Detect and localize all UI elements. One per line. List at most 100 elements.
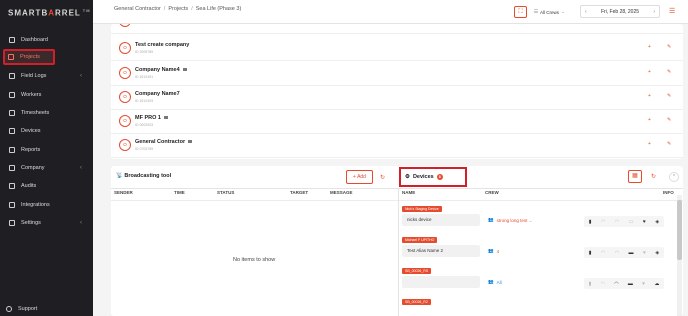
mute-icon: ◈ — [655, 218, 660, 225]
sidebar-item-timesheets[interactable]: Timesheets — [6, 105, 88, 121]
company-avatar: O — [119, 91, 131, 103]
company-avatar: O — [119, 115, 131, 127]
flag-icon — [188, 140, 193, 143]
dashboard-icon — [9, 37, 15, 43]
signal-icon: ▮ — [588, 249, 592, 256]
device-status: ▮ ◠ ◠ ▬ ♥ ☁ — [584, 278, 664, 289]
support-icon — [6, 306, 12, 312]
cloud-icon: ☁ — [654, 280, 660, 287]
menu-icon[interactable]: ☰ — [669, 7, 675, 15]
scrollbar-thumb[interactable] — [677, 200, 682, 260]
col-time: TIME — [174, 190, 185, 195]
sidebar-item-field-logs[interactable]: Field Logs ‹ — [6, 68, 88, 84]
list-item: O Company Name7 ID 1512493 + ✎ — [111, 85, 683, 110]
fullscreen-button[interactable]: ⛶ — [514, 6, 527, 18]
add-icon[interactable]: + — [648, 93, 651, 99]
sidebar-item-company[interactable]: Company ‹ — [6, 160, 88, 176]
sidebar-item-dashboard[interactable]: Dashboard — [6, 32, 88, 48]
company-avatar: O — [119, 42, 131, 54]
edit-icon[interactable]: ✎ — [667, 93, 671, 99]
sidebar-item-workers[interactable]: Workers — [6, 87, 88, 103]
broadcast-title: 📡 Broadcasting tool — [116, 173, 172, 179]
field-logs-icon — [9, 73, 15, 79]
breadcrumb-general-contractor[interactable]: General Contractor — [114, 6, 161, 12]
device-tag: SB_00026_R2 — [402, 299, 431, 305]
add-icon[interactable]: + — [648, 69, 651, 75]
heart-icon: ♥ — [642, 280, 646, 287]
broadcast-icon: 📡 — [116, 173, 123, 179]
device-tag: SB_00026_RS — [402, 268, 432, 274]
signal-icon: ▮ — [588, 280, 592, 287]
support-link[interactable]: Support — [6, 306, 37, 312]
heart-icon: ♥ — [642, 218, 646, 225]
battery-icon: ▭ — [628, 218, 634, 225]
breadcrumb-projects[interactable]: Projects — [168, 6, 188, 12]
sidebar-item-settings[interactable]: Settings ‹ — [6, 215, 88, 231]
wifi-icon: ◠ — [614, 280, 619, 287]
collapse-button[interactable]: ⌃ — [669, 172, 679, 182]
integrations-icon — [9, 202, 15, 208]
flag-icon — [163, 116, 168, 119]
chevron-left-icon: ‹ — [80, 165, 82, 171]
edit-icon[interactable]: ✎ — [667, 69, 671, 75]
device-crew: 👥 strong long test ... — [488, 217, 533, 223]
sidebar-item-integrations[interactable]: Integrations — [6, 197, 88, 213]
add-icon[interactable]: + — [648, 141, 651, 147]
edit-icon[interactable]: ✎ — [667, 44, 671, 50]
mute-icon: ◈ — [655, 249, 660, 256]
breadcrumb: General Contractor / Projects / Sea Life (Ph… — [114, 6, 242, 12]
chevron-down-icon: ⌄ — [561, 9, 565, 14]
signal-icon: ▮ — [588, 218, 592, 225]
grid-icon: ▦ — [632, 173, 638, 179]
bottom-panel: 📡 Broadcasting tool + Add ↻ ⚙ Devices 8 … — [111, 166, 683, 316]
device-name: Test Alias Name 2 — [402, 245, 480, 257]
company-avatar: O — [119, 24, 131, 27]
grid-view-button[interactable]: ▦ — [628, 170, 642, 183]
col-target: TARGET — [290, 190, 309, 195]
col-message: MESSAGE — [330, 190, 353, 195]
breadcrumb-project: Sea Life (Phase 3) — [195, 6, 242, 12]
add-icon[interactable]: + — [648, 117, 651, 123]
sidebar-item-audits[interactable]: Audits — [6, 178, 88, 194]
devices-count-badge: 8 — [436, 174, 443, 180]
crew-select[interactable]: ☷ All Crews ⌄ — [534, 7, 574, 17]
devices-header: ⚙ Devices 8 — [399, 167, 467, 187]
device-status: ▮ ◠ ◠ ▭ ♥ ◈ — [584, 216, 664, 227]
chevron-up-icon: ⌃ — [671, 174, 677, 180]
device-tag: Michael F UPITHO — [402, 237, 438, 243]
add-broadcast-button[interactable]: + Add — [346, 170, 373, 184]
list-item: O General Contractor ID 0703789 + ✎ — [111, 133, 683, 158]
wifi-icon: ◠ — [614, 218, 620, 225]
col-status: STATUS — [217, 190, 235, 195]
sidebar-item-devices[interactable]: Devices — [6, 123, 88, 139]
edit-icon[interactable]: ✎ — [667, 117, 671, 123]
refresh-icon[interactable]: ↻ — [651, 173, 656, 180]
wifi-icon: ◠ — [600, 280, 606, 287]
reports-icon — [9, 147, 15, 153]
col-name: NAME — [402, 190, 416, 195]
audits-icon — [9, 183, 15, 189]
prev-date-button[interactable]: ‹ — [585, 9, 587, 15]
timesheets-icon — [9, 110, 15, 116]
sidebar-item-projects[interactable]: Projects — [3, 49, 55, 65]
app-logo[interactable]: SMARTBARREL TM — [8, 8, 91, 18]
crew-icon: 👥 — [488, 279, 494, 284]
edit-icon[interactable]: ✎ — [667, 141, 671, 147]
device-status: ▮ ◠ ◠ ▬ ♥ ◈ — [584, 247, 664, 258]
company-avatar: O — [119, 139, 131, 151]
sidebar-item-reports[interactable]: Reports — [6, 142, 88, 158]
add-icon[interactable]: + — [648, 44, 651, 50]
flag-icon — [182, 68, 187, 71]
device-tag: Nick's Staging Device — [402, 206, 442, 212]
top-bar: General Contractor / Projects / Sea Life (Ph… — [93, 0, 688, 24]
list-item: O Test create company ID 2005789 + ✎ — [111, 36, 683, 61]
expand-icon: ⛶ — [518, 9, 523, 15]
crew-icon: 👥 — [488, 217, 494, 222]
device-crew: 👥 4 — [488, 248, 500, 254]
chevron-left-icon: ‹ — [80, 73, 82, 79]
device-name — [402, 276, 480, 288]
refresh-icon[interactable]: ↻ — [380, 174, 385, 181]
crew-icon: 👥 — [488, 248, 494, 253]
next-date-button[interactable]: › — [653, 9, 655, 15]
date-picker[interactable]: ‹ Fri, Feb 28, 2025 › — [580, 5, 660, 18]
